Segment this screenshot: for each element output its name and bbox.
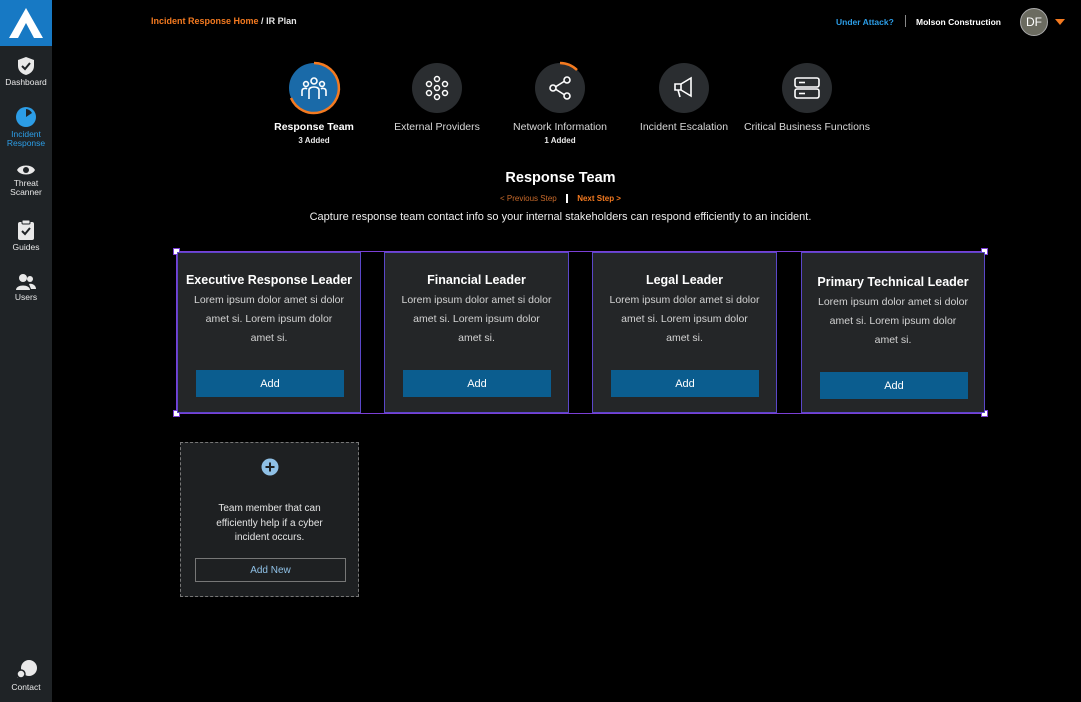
logo-icon <box>9 8 43 38</box>
chevron-down-icon[interactable] <box>1055 19 1065 25</box>
role-card-executive-response-leader: Executive Response Leader Lorem ipsum do… <box>177 252 361 413</box>
card-description: Lorem ipsum dolor amet si dolor amet si.… <box>401 294 552 344</box>
step-circle <box>659 63 709 113</box>
step-label: Incident Escalation <box>639 121 729 133</box>
step-response-team[interactable]: Response Team 3 Added <box>244 61 384 145</box>
shield-icon <box>18 57 34 75</box>
sidebar-item-dashboard[interactable]: Dashboard <box>0 56 52 87</box>
add-button[interactable]: Add <box>403 370 551 397</box>
step-network-information[interactable]: Network Information 1 Added <box>490 61 630 145</box>
sidebar: Dashboard Incident Response Threat Scann… <box>0 0 52 702</box>
step-circle <box>289 61 341 115</box>
incident-response-icon <box>16 107 36 127</box>
role-card-primary-technical-leader: Primary Technical Leader Lorem ipsum dol… <box>801 252 985 413</box>
add-card-description: Team member that can efficiently help if… <box>216 503 323 543</box>
add-button[interactable]: Add <box>196 370 344 397</box>
progress-ring <box>289 61 341 115</box>
step-count: 1 Added <box>544 136 576 145</box>
card-title: Primary Technical Leader <box>817 275 969 289</box>
server-icon <box>794 77 820 99</box>
sidebar-item-label: Response <box>6 138 46 148</box>
sidebar-item-users[interactable]: Users <box>0 273 52 302</box>
step-label: Response Team <box>274 121 354 133</box>
role-card-financial-leader: Financial Leader Lorem ipsum dolor amet … <box>384 252 569 413</box>
step-label: External Providers <box>394 121 480 133</box>
step-circle <box>412 63 462 113</box>
sidebar-item-label: Guides <box>12 242 40 252</box>
header-divider <box>905 15 906 27</box>
sidebar-item-label: Contact <box>11 682 41 692</box>
step-circle <box>782 63 832 113</box>
chat-icon <box>16 660 37 679</box>
step-label: Network Information <box>513 121 607 133</box>
previous-step-link[interactable]: < Previous Step <box>500 194 557 203</box>
step-critical-business-functions[interactable]: Critical Business Functions <box>737 63 877 133</box>
step-incident-escalation[interactable]: Incident Escalation <box>614 63 754 133</box>
progress-ring <box>559 61 578 71</box>
company-name: Molson Construction <box>916 17 1001 27</box>
breadcrumb-separator: / <box>261 16 264 26</box>
step-count: 3 Added <box>298 136 330 145</box>
card-title: Executive Response Leader <box>185 273 353 287</box>
megaphone-icon <box>674 76 692 98</box>
sidebar-item-label: Dashboard <box>5 77 47 87</box>
avatar[interactable]: DF <box>1020 8 1048 36</box>
add-button[interactable]: Add <box>820 372 968 399</box>
next-step-link[interactable]: Next Step > <box>577 194 621 203</box>
role-card-legal-leader: Legal Leader Lorem ipsum dolor amet si d… <box>592 252 777 413</box>
plus-circle-icon[interactable] <box>261 458 279 476</box>
step-navigation: < Previous Step Next Step > <box>0 194 1081 204</box>
card-description: Lorem ipsum dolor amet si dolor amet si.… <box>194 294 344 344</box>
add-team-member-card: Team member that can efficiently help if… <box>180 442 359 597</box>
card-title: Financial Leader <box>427 273 526 287</box>
card-title: Legal Leader <box>645 273 724 287</box>
sidebar-item-guides[interactable]: Guides <box>0 219 52 252</box>
step-nav-divider <box>565 194 568 204</box>
sidebar-item-label: Users <box>14 292 38 302</box>
card-description: Lorem ipsum dolor amet si dolor amet si.… <box>818 296 968 346</box>
breadcrumb: Incident Response Home / IR Plan <box>151 16 297 26</box>
add-button[interactable]: Add <box>611 370 759 397</box>
step-label: Critical Business Functions <box>743 121 871 133</box>
section-title: Response Team <box>505 170 616 186</box>
users-icon <box>16 274 36 290</box>
card-description: Lorem ipsum dolor amet si dolor amet si.… <box>609 294 760 344</box>
step-circle <box>535 61 585 113</box>
add-new-button[interactable]: Add New <box>195 558 346 582</box>
sidebar-item-contact[interactable]: Contact <box>0 659 52 692</box>
network-dots-icon <box>425 75 449 101</box>
breadcrumb-home-link[interactable]: Incident Response Home <box>151 16 259 26</box>
step-external-providers[interactable]: External Providers <box>367 63 507 133</box>
sidebar-item-incident-response[interactable]: Incident Response <box>0 106 52 148</box>
section-description: Capture response team contact info so yo… <box>309 211 812 223</box>
breadcrumb-current: IR Plan <box>266 16 297 26</box>
app-logo[interactable] <box>0 0 52 46</box>
under-attack-link[interactable]: Under Attack? <box>836 17 894 27</box>
